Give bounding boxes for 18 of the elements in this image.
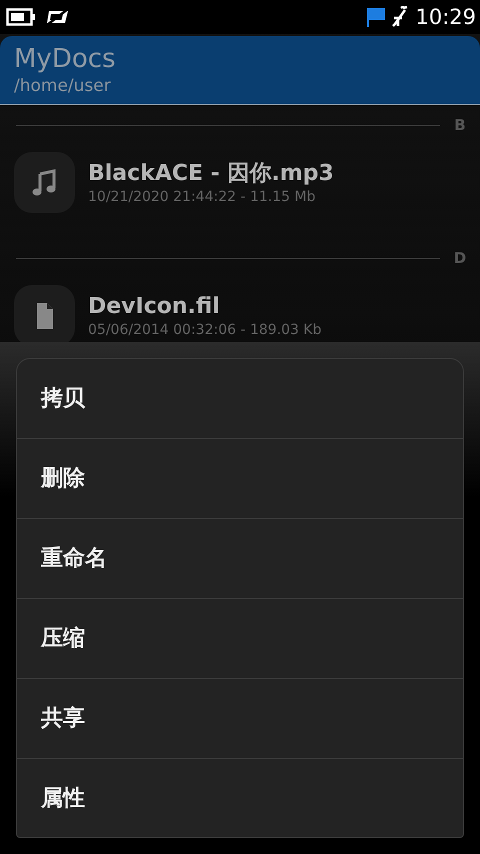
status-time: 10:29 xyxy=(415,5,476,29)
file-details: 05/06/2014 00:32:06 - 189.03 Kb xyxy=(88,320,322,338)
flag-icon xyxy=(367,7,386,27)
menu-item[interactable]: 拷贝 xyxy=(17,359,463,439)
file-name: DevIcon.fil xyxy=(88,292,221,320)
menu-item[interactable]: 重命名 xyxy=(17,519,463,599)
menu-item[interactable]: 删除 xyxy=(17,439,463,519)
menu-item[interactable]: 属性 xyxy=(17,759,463,837)
file-details: 10/21/2020 21:44:22 - 11.15 Mb xyxy=(88,188,316,206)
section-letter: B xyxy=(453,116,467,134)
section-letter: D xyxy=(452,249,468,267)
file-item[interactable]: BlackACE - 因你.mp3 10/21/2020 21:44:22 - 11.15 Mb xyxy=(0,135,480,248)
header-path: /home/user xyxy=(14,75,112,98)
menu-item[interactable]: 共享 xyxy=(17,679,463,759)
header-title: MyDocs xyxy=(14,44,117,74)
menu-item[interactable]: 压缩 xyxy=(17,599,463,679)
file-name: BlackACE - 因你.mp3 xyxy=(88,160,334,188)
battery-icon xyxy=(6,8,36,26)
